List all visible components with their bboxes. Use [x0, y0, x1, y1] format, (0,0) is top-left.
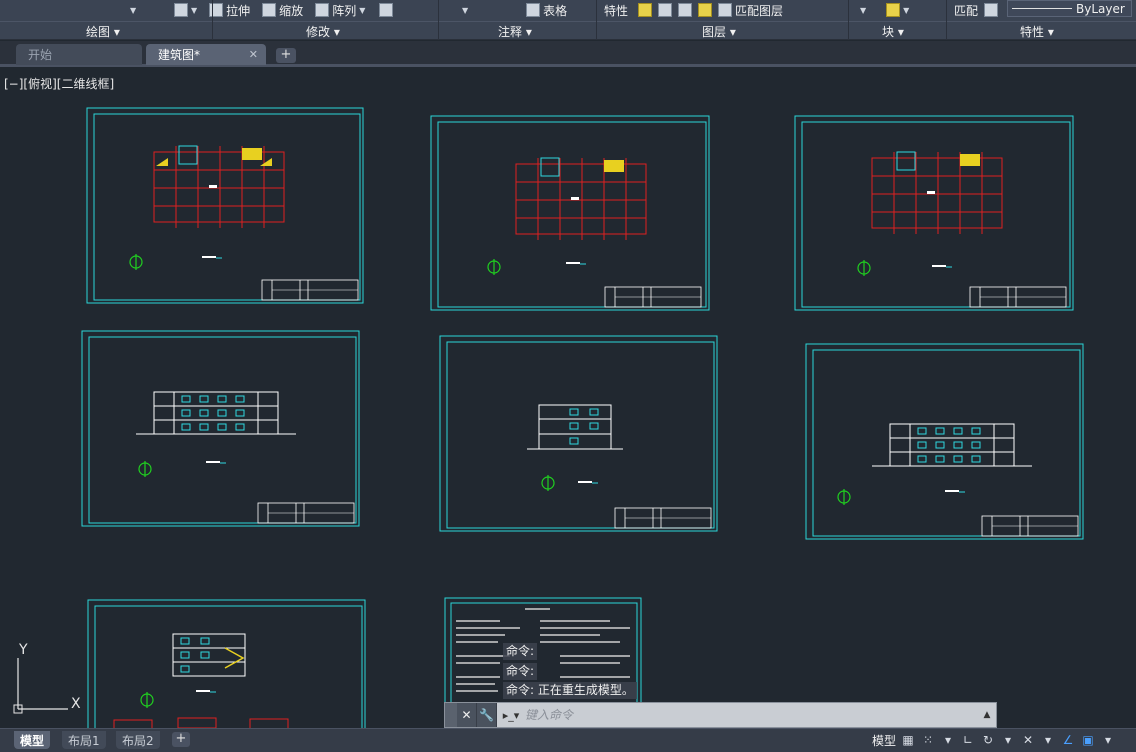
osnap-tracking-icon[interactable]: ✕	[1020, 732, 1036, 748]
ucs-icon	[13, 658, 68, 714]
sheet-elevation-2[interactable]	[439, 335, 718, 532]
sheet-floor-plan-3[interactable]	[794, 115, 1074, 311]
lineweight-icon[interactable]: ∠	[1060, 732, 1076, 748]
command-prompt-icon[interactable]: ▸_▾	[497, 703, 525, 727]
chevron-down-icon[interactable]: ▾	[1100, 732, 1116, 748]
ortho-icon[interactable]: ∟	[960, 732, 976, 748]
chevron-up-icon[interactable]: ▲	[978, 710, 996, 720]
sheet-floor-plan-1[interactable]	[86, 107, 364, 304]
object-snap-icon[interactable]: ▣	[1080, 732, 1096, 748]
chevron-down-icon[interactable]: ▾	[1040, 732, 1056, 748]
ucs-x-label: X	[71, 696, 81, 712]
drawing-canvas[interactable]: Y X	[0, 0, 1136, 752]
chevron-down-icon[interactable]: ▾	[940, 732, 956, 748]
tab-model[interactable]: 模型	[14, 731, 51, 749]
status-icons: ▦ ⁙ ▾ ∟ ↻ ▾ ✕ ▾ ∠ ▣ ▾	[900, 732, 1116, 748]
sheet-section[interactable]	[87, 599, 366, 741]
sheet-floor-plan-2[interactable]	[430, 115, 710, 311]
command-history-line: 命令:	[503, 643, 538, 660]
polar-icon[interactable]: ↻	[980, 732, 996, 748]
command-input[interactable]	[525, 704, 978, 726]
grid-icon[interactable]: ▦	[900, 732, 916, 748]
add-layout-button[interactable]: +	[172, 732, 190, 747]
command-line-grip[interactable]	[445, 703, 457, 727]
ucs-y-label: Y	[18, 642, 28, 658]
tab-layout1[interactable]: 布局1	[62, 731, 106, 749]
model-space-toggle[interactable]: 模型	[872, 732, 896, 749]
close-icon[interactable]: ✕	[457, 703, 477, 727]
command-history-line: 命令:	[503, 663, 538, 680]
snap-icon[interactable]: ⁙	[920, 732, 936, 748]
status-bar: 模型 布局1 布局2 + 模型 ▦ ⁙ ▾ ∟ ↻ ▾ ✕ ▾ ∠ ▣ ▾	[0, 728, 1136, 752]
sheet-elevation-1[interactable]	[81, 330, 360, 527]
command-history-line: 命令: 正在重生成模型。	[503, 682, 637, 699]
chevron-down-icon[interactable]: ▾	[1000, 732, 1016, 748]
sheet-elevation-3[interactable]	[805, 343, 1084, 540]
command-line: ✕ 🔧 ▸_▾ ▲	[444, 702, 997, 728]
wrench-icon[interactable]: 🔧	[477, 703, 497, 727]
tab-layout2[interactable]: 布局2	[116, 731, 160, 749]
